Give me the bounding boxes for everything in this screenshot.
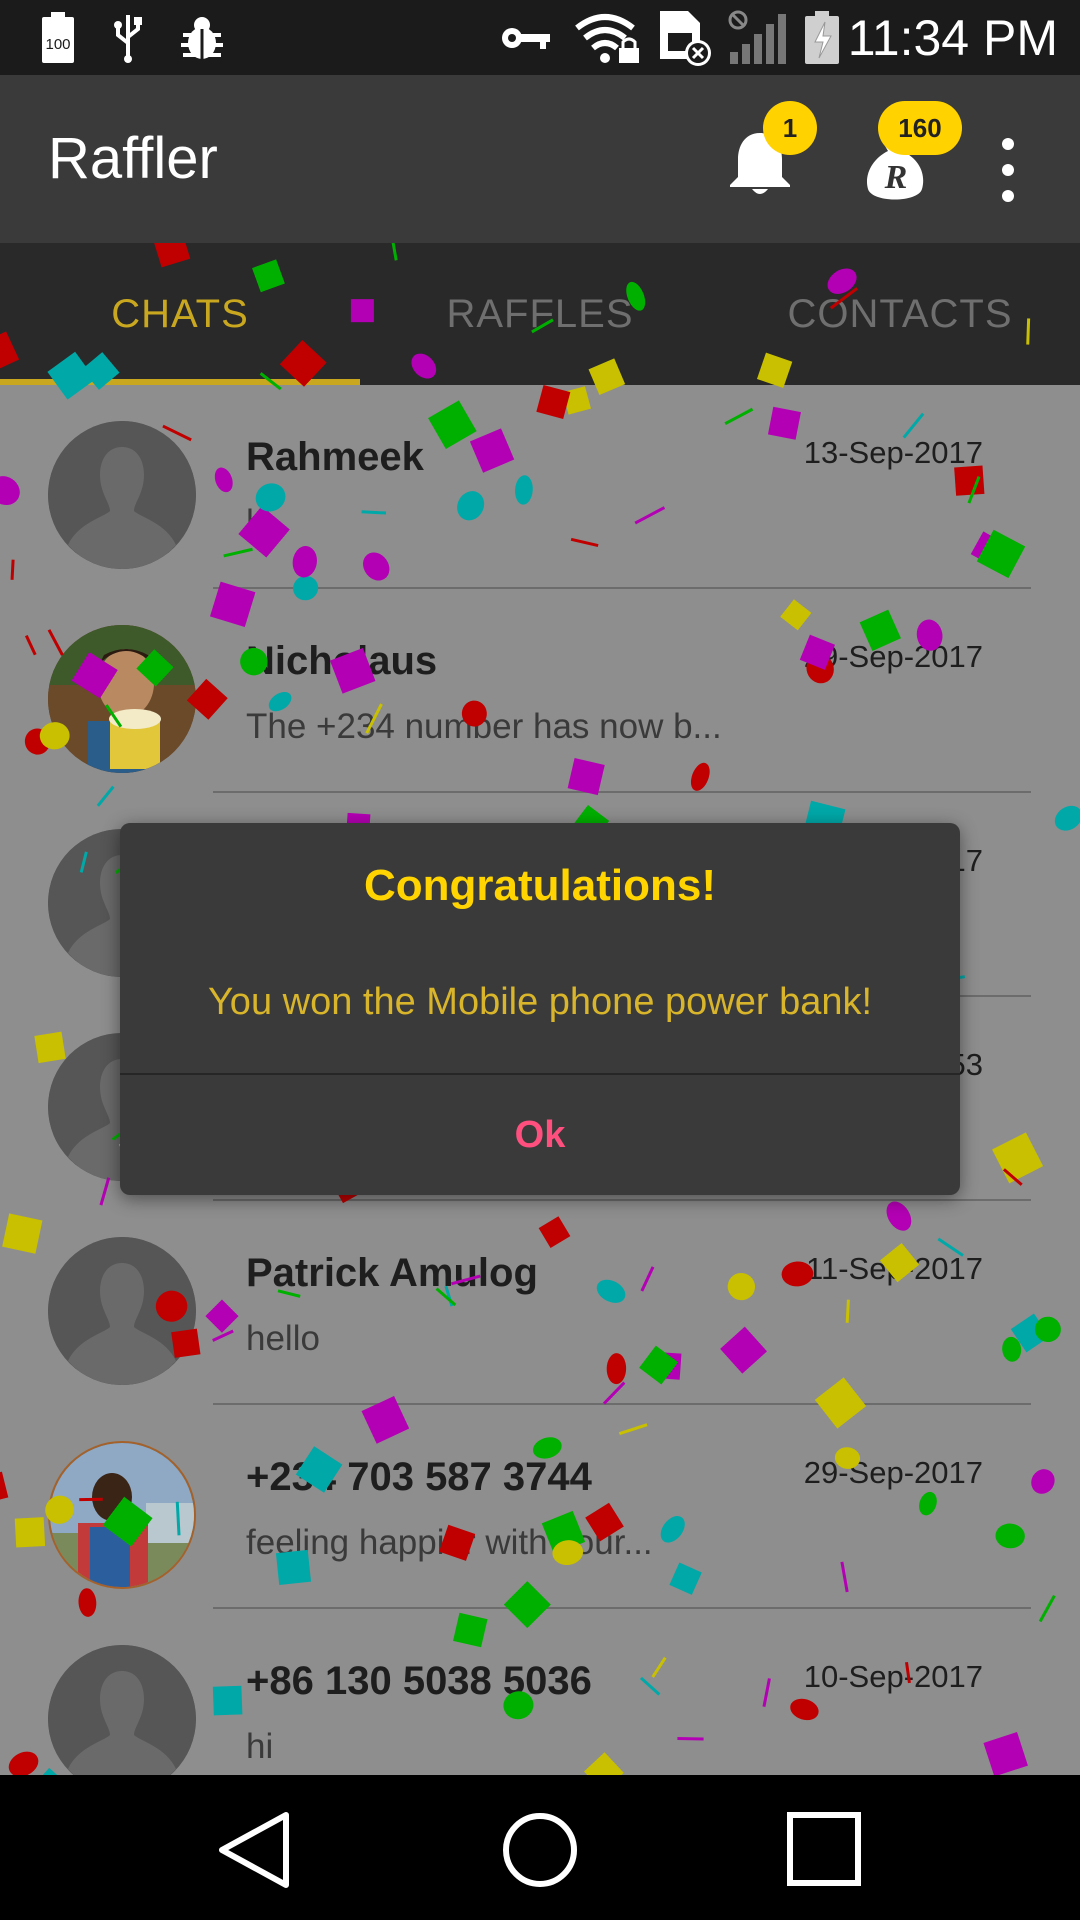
wifi-lock-icon: [575, 10, 641, 66]
avatar: [48, 625, 196, 773]
avatar: [48, 1441, 196, 1589]
chat-date: 10-Sep-2017: [803, 1659, 983, 1694]
congratulations-dialog: Congratulations! You won the Mobile phon…: [120, 823, 960, 1195]
notifications-button[interactable]: 1: [720, 101, 817, 203]
chat-name: +86 130 5038 5036: [246, 1659, 592, 1703]
status-time: 11:34 PM: [847, 10, 1058, 66]
chat-last-message: hi: [246, 503, 274, 542]
chat-last-message: feeling happier with your...: [246, 1523, 653, 1562]
back-icon: [219, 1812, 289, 1888]
home-icon: [503, 1813, 577, 1887]
ok-button[interactable]: Ok: [120, 1075, 960, 1195]
chat-name: +234 703 587 3744: [246, 1455, 592, 1499]
chat-last-message: hi: [246, 1727, 274, 1766]
avatar: [48, 1237, 196, 1385]
chat-row[interactable]: +234 703 587 3744 29-Sep-2017 feeling ha…: [0, 1405, 1080, 1609]
notification-badge: 1: [763, 101, 817, 155]
avatar: [48, 1645, 196, 1775]
chat-name: Rahmeek: [246, 435, 424, 479]
tab-bar: CHATS RAFFLES CONTACTS: [0, 243, 1080, 385]
chat-row[interactable]: Nicholaus 29-Sep-2017 The +234 number ha…: [0, 589, 1080, 793]
tab-raffles[interactable]: RAFFLES: [360, 243, 720, 385]
tab-contacts[interactable]: CONTACTS: [720, 243, 1080, 385]
more-vert-icon: [1002, 138, 1014, 202]
chat-date: 13-Sep-2017: [803, 435, 983, 470]
chat-name: Patrick Amulog: [246, 1251, 538, 1295]
sim-off-icon: [658, 10, 716, 66]
app-title: Raffler: [48, 126, 218, 191]
chat-date: 11-Sep-2017: [806, 1251, 983, 1286]
status-bar: 100 11:34 PM: [0, 0, 1080, 75]
app-bar: Raffler 1 R 160: [0, 75, 1080, 243]
recents-button[interactable]: [780, 1805, 870, 1895]
bug-icon: [176, 10, 228, 66]
chat-name: Nicholaus: [246, 639, 438, 683]
key-icon: [500, 10, 552, 66]
tab-chats[interactable]: CHATS: [0, 243, 360, 385]
photo-avatar-icon: [48, 625, 196, 773]
back-button[interactable]: [210, 1805, 300, 1895]
photo-avatar-icon: [50, 1443, 194, 1587]
coins-badge: 160: [878, 101, 962, 155]
default-avatar-icon: [48, 421, 196, 569]
battery-icon: 100: [38, 10, 78, 66]
signal-off-icon: [728, 10, 788, 66]
default-avatar-icon: [48, 1237, 196, 1385]
chat-row[interactable]: Rahmeek 13-Sep-2017 hi: [0, 385, 1080, 589]
recents-icon: [787, 1812, 861, 1886]
navigation-bar: [0, 1775, 1080, 1920]
chat-row[interactable]: Patrick Amulog 11-Sep-2017 hello: [0, 1201, 1080, 1405]
avatar: [48, 421, 196, 569]
coins-button[interactable]: R 160: [860, 101, 962, 207]
battery-level: 100: [45, 36, 70, 53]
chat-row[interactable]: +86 130 5038 5036 10-Sep-2017 hi: [0, 1609, 1080, 1775]
usb-icon: [108, 10, 148, 66]
default-avatar-icon: [48, 1645, 196, 1775]
charging-icon: [802, 10, 842, 66]
chat-last-message: hello: [246, 1319, 320, 1358]
home-button[interactable]: [495, 1805, 585, 1895]
dialog-message: You won the Mobile phone power bank!: [207, 981, 873, 1023]
chat-date: 29-Sep-2017: [803, 1455, 983, 1490]
chat-last-message: The +234 number has now b...: [246, 707, 722, 746]
dialog-title: Congratulations!: [364, 861, 716, 910]
coin-letter: R: [884, 159, 908, 196]
chat-date: 29-Sep-2017: [803, 639, 983, 674]
overflow-menu-button[interactable]: [990, 130, 1026, 210]
